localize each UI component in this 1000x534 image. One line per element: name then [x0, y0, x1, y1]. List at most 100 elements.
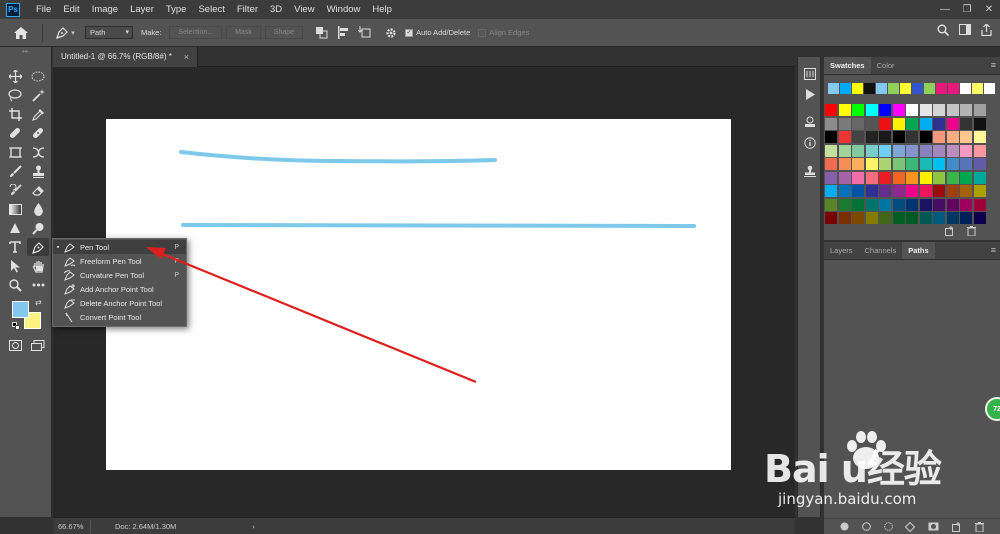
- swatch[interactable]: [973, 212, 986, 224]
- lasso-tool[interactable]: [4, 86, 26, 104]
- swatch[interactable]: [825, 104, 837, 116]
- tab-swatches[interactable]: Swatches: [824, 57, 871, 74]
- blur-tool[interactable]: [27, 200, 49, 218]
- swatch[interactable]: [946, 171, 959, 184]
- status-menu-arrow[interactable]: ›: [252, 522, 255, 531]
- flyout-delete-anchor-point-tool[interactable]: Delete Anchor Point Tool: [53, 296, 186, 310]
- swatch[interactable]: [892, 144, 905, 157]
- swatch[interactable]: [933, 117, 945, 130]
- swatch[interactable]: [933, 212, 945, 224]
- frame-tool[interactable]: [4, 143, 26, 161]
- swatch[interactable]: [838, 104, 851, 116]
- swatch[interactable]: [879, 131, 891, 143]
- new-swatch-icon[interactable]: [945, 226, 955, 236]
- info-panel-button[interactable]: [801, 134, 819, 152]
- swatch[interactable]: [879, 144, 891, 157]
- swatch[interactable]: [865, 198, 878, 211]
- swatch[interactable]: [838, 171, 851, 184]
- swatch[interactable]: [852, 212, 864, 224]
- menu-select[interactable]: Select: [192, 0, 230, 19]
- swatch[interactable]: [919, 117, 932, 130]
- swatch[interactable]: [919, 104, 932, 116]
- swatch[interactable]: [919, 198, 932, 211]
- menu-3d[interactable]: 3D: [264, 0, 288, 19]
- pen-tool-preset-picker[interactable]: ▾: [51, 25, 79, 41]
- tab-paths[interactable]: Paths: [902, 242, 935, 259]
- recent-swatch[interactable]: [912, 83, 923, 94]
- swatch[interactable]: [852, 171, 864, 184]
- tab-channels[interactable]: Channels: [859, 242, 903, 259]
- swatch[interactable]: [919, 131, 932, 143]
- swatch[interactable]: [825, 185, 837, 197]
- canvas[interactable]: [106, 119, 731, 470]
- path-selection-tool[interactable]: [4, 257, 26, 275]
- swatch[interactable]: [825, 171, 837, 184]
- swatch[interactable]: [946, 131, 959, 143]
- swatch[interactable]: [879, 117, 891, 130]
- swatch[interactable]: [865, 171, 878, 184]
- document-tab[interactable]: Untitled-1 @ 66.7% (RGB/8#) * ×: [53, 47, 198, 67]
- quick-mask-button[interactable]: [4, 336, 26, 354]
- eyedropper-tool[interactable]: [27, 105, 49, 123]
- swatch[interactable]: [946, 144, 959, 157]
- swap-colors-icon[interactable]: ⇄: [35, 298, 42, 307]
- swatch[interactable]: [960, 171, 972, 184]
- swatch[interactable]: [838, 144, 851, 157]
- minimize-button[interactable]: —: [934, 0, 956, 19]
- flyout-curvature-pen-tool[interactable]: Curvature Pen Tool P: [53, 268, 186, 282]
- swatch[interactable]: [906, 171, 918, 184]
- dodge-tool[interactable]: [4, 219, 26, 237]
- swatch[interactable]: [892, 212, 905, 224]
- swatch[interactable]: [825, 131, 837, 143]
- swatch[interactable]: [892, 185, 905, 197]
- fill-path-icon[interactable]: [840, 522, 849, 531]
- swatch[interactable]: [865, 117, 878, 130]
- swatch[interactable]: [906, 185, 918, 197]
- close-window-button[interactable]: ✕: [978, 0, 1000, 19]
- path-arrangement-button[interactable]: [357, 25, 373, 41]
- flyout-add-anchor-point-tool[interactable]: Add Anchor Point Tool: [53, 282, 186, 296]
- recent-swatch[interactable]: [840, 83, 851, 94]
- menu-help[interactable]: Help: [366, 0, 398, 19]
- flyout-pen-tool[interactable]: ▪ Pen Tool P: [53, 240, 186, 254]
- swatch[interactable]: [892, 198, 905, 211]
- search-icon[interactable]: [937, 24, 949, 36]
- close-document-button[interactable]: ×: [184, 47, 189, 67]
- swatch[interactable]: [825, 117, 837, 130]
- edit-toolbar[interactable]: [27, 276, 49, 294]
- swatch[interactable]: [892, 171, 905, 184]
- auto-add-delete-checkbox[interactable]: ✓: [405, 28, 414, 37]
- swatch[interactable]: [946, 104, 959, 116]
- swatch[interactable]: [960, 212, 972, 224]
- swatch[interactable]: [973, 117, 986, 130]
- add-mask-icon[interactable]: [928, 522, 939, 531]
- path-to-selection-icon[interactable]: [883, 522, 893, 531]
- swatch[interactable]: [892, 131, 905, 143]
- move-tool[interactable]: [4, 67, 26, 85]
- swatch[interactable]: [852, 144, 864, 157]
- align-edges-checkbox[interactable]: [478, 28, 487, 37]
- zoom-level[interactable]: 66.67%: [53, 519, 91, 533]
- swatch[interactable]: [825, 212, 837, 224]
- swatch[interactable]: [919, 171, 932, 184]
- swatch[interactable]: [865, 144, 878, 157]
- swatch[interactable]: [933, 144, 945, 157]
- recent-swatch[interactable]: [984, 83, 995, 94]
- swatch[interactable]: [973, 131, 986, 143]
- recent-swatch[interactable]: [936, 83, 947, 94]
- marquee-tool[interactable]: [27, 67, 49, 85]
- swatch[interactable]: [865, 131, 878, 143]
- menu-edit[interactable]: Edit: [57, 0, 85, 19]
- default-colors-icon[interactable]: [12, 322, 20, 330]
- screen-mode-button[interactable]: [27, 336, 49, 354]
- swatch[interactable]: [960, 131, 972, 143]
- properties-panel-button[interactable]: [801, 113, 819, 131]
- swatch[interactable]: [892, 117, 905, 130]
- swatch[interactable]: [946, 117, 959, 130]
- swatch[interactable]: [852, 198, 864, 211]
- recent-swatch[interactable]: [852, 83, 863, 94]
- menu-window[interactable]: Window: [321, 0, 367, 19]
- swatch[interactable]: [838, 185, 851, 197]
- swatch[interactable]: [960, 185, 972, 197]
- clone-source-panel-button[interactable]: [801, 162, 819, 180]
